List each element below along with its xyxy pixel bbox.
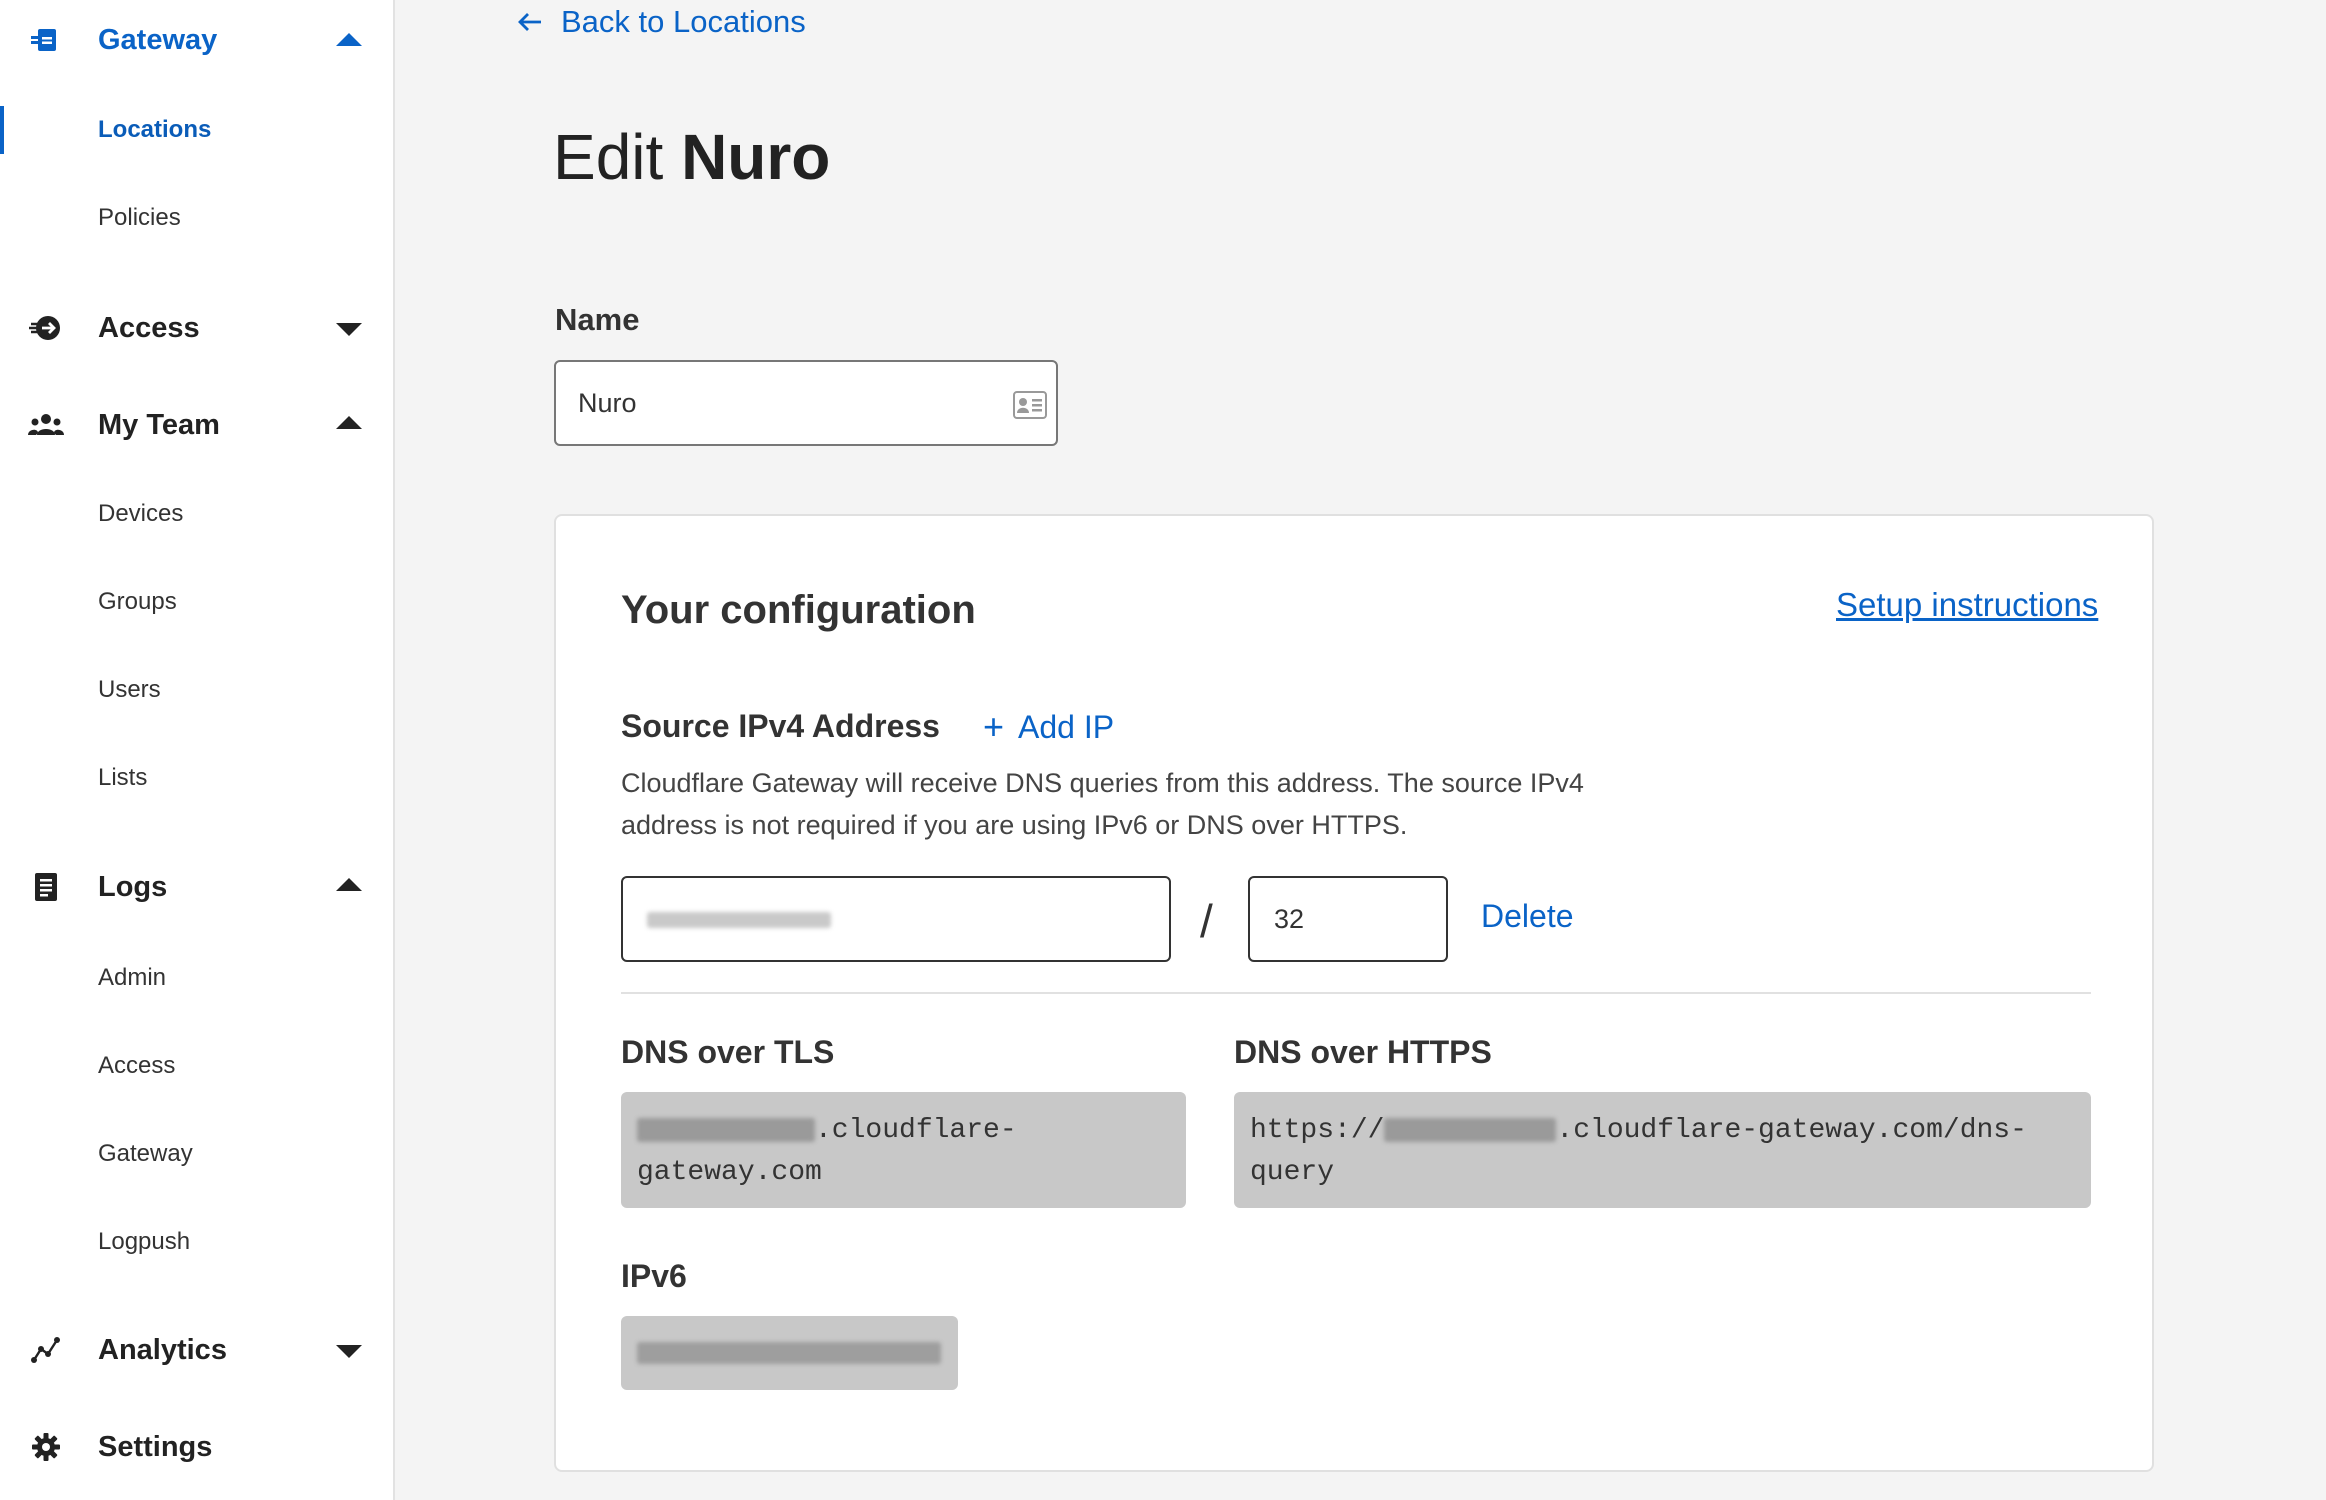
chevron-down-icon (336, 1345, 362, 1358)
dns-over-tls-value[interactable]: .cloudflare- gateway.com (621, 1092, 1186, 1208)
sidebar-section-label: Analytics (98, 1333, 227, 1366)
name-input[interactable] (578, 362, 998, 444)
delete-ip-button[interactable]: Delete (1481, 898, 1574, 935)
page-title-prefix: Edit (553, 121, 664, 193)
chevron-up-icon (336, 878, 362, 891)
source-ipv4-description: Cloudflare Gateway will receive DNS quer… (621, 768, 1584, 840)
doh-url-suffix: .cloudflare-gateway.com/dns- (1556, 1115, 2027, 1146)
back-link-label: Back to Locations (561, 4, 806, 39)
back-to-locations-link[interactable]: Back to Locations (515, 0, 806, 44)
sidebar-section-logs[interactable]: Logs (0, 857, 395, 917)
dns-over-tls-label: DNS over TLS (621, 1034, 835, 1070)
source-ipv4-label: Source IPv4 Address (621, 708, 940, 744)
dot-host-line2: gateway.com (637, 1157, 822, 1188)
sidebar-section-label: Logs (98, 870, 168, 903)
cidr-prefix-input[interactable] (1274, 878, 1424, 960)
sidebar-item-lists[interactable]: Lists (0, 750, 395, 806)
sidebar-section-label: My Team (98, 408, 220, 441)
logs-icon (27, 871, 65, 903)
dns-over-https-label: DNS over HTTPS (1234, 1034, 1492, 1070)
sidebar-item-users[interactable]: Users (0, 662, 395, 718)
doh-url-line2: query (1250, 1157, 1335, 1188)
doh-prefix: https:// (1250, 1115, 1385, 1146)
plus-icon: + (983, 706, 1005, 747)
sidebar-item-devices[interactable]: Devices (0, 486, 395, 542)
sidebar-item-label: Access (98, 1052, 176, 1079)
ipv6-label: IPv6 (621, 1258, 687, 1294)
access-icon (27, 312, 65, 344)
sidebar-section-label: Gateway (98, 23, 218, 56)
sidebar-item-label: Groups (98, 588, 177, 615)
sidebar-item-label: Gateway (98, 1140, 193, 1167)
sidebar-item-label: Locations (98, 116, 212, 143)
sidebar-item-logs-access[interactable]: Access (0, 1038, 395, 1094)
configuration-title: Your configuration (621, 588, 976, 632)
redacted-subdomain (637, 1117, 815, 1142)
chevron-up-icon (336, 416, 362, 429)
team-icon (27, 409, 65, 441)
analytics-icon (27, 1334, 65, 1366)
sidebar-section-analytics[interactable]: Analytics (0, 1320, 395, 1380)
divider (621, 992, 2091, 994)
arrow-left-icon (518, 13, 541, 31)
chevron-up-icon (336, 33, 362, 46)
sidebar-item-logs-gateway[interactable]: Gateway (0, 1126, 395, 1182)
chevron-down-icon (336, 323, 362, 336)
sidebar-item-label: Users (98, 676, 161, 703)
gateway-icon (27, 24, 65, 56)
page-title-name: Nuro (681, 121, 831, 193)
sidebar-section-label: Settings (98, 1430, 213, 1463)
redacted-subdomain (1384, 1117, 1557, 1142)
sidebar-item-label: Devices (98, 500, 184, 527)
page-title: Edit Nuro (553, 120, 830, 194)
cidr-prefix-field[interactable] (1248, 876, 1448, 962)
sidebar: Gateway Locations Policies Access My Tea… (0, 0, 395, 1500)
sidebar-item-policies[interactable]: Policies (0, 190, 395, 246)
sidebar-item-logpush[interactable]: Logpush (0, 1214, 395, 1270)
name-field-label: Name (555, 302, 640, 337)
redacted-ip-value (647, 912, 831, 928)
sidebar-item-admin[interactable]: Admin (0, 950, 395, 1006)
sidebar-section-my-team[interactable]: My Team (0, 395, 395, 455)
redacted-ipv6 (637, 1342, 941, 1364)
ipv4-address-input[interactable] (621, 876, 1171, 962)
sidebar-item-label: Admin (98, 964, 167, 991)
contact-card-icon (1013, 391, 1047, 419)
sidebar-item-label: Policies (98, 204, 181, 231)
sidebar-section-gateway[interactable]: Gateway (0, 10, 395, 70)
setup-instructions-link[interactable]: Setup instructions (1836, 586, 2098, 624)
sidebar-section-settings[interactable]: Settings (0, 1417, 395, 1477)
sidebar-item-groups[interactable]: Groups (0, 574, 395, 630)
dns-over-https-value[interactable]: https:// .cloudflare-gateway.com/dns- que… (1234, 1092, 2091, 1208)
gear-icon (27, 1431, 65, 1463)
name-field[interactable] (554, 360, 1058, 446)
sidebar-section-access[interactable]: Access (0, 298, 395, 358)
cidr-slash: / (1200, 895, 1213, 947)
add-ip-button[interactable]: + Add IP (983, 706, 1114, 748)
add-ip-label: Add IP (1018, 708, 1115, 745)
sidebar-item-label: Lists (98, 764, 148, 791)
sidebar-item-label: Logpush (98, 1228, 191, 1255)
sidebar-section-label: Access (98, 311, 200, 344)
sidebar-item-locations[interactable]: Locations (0, 102, 395, 158)
configuration-card: Your configuration Setup instructions So… (554, 514, 2154, 1472)
ipv6-value[interactable] (621, 1316, 958, 1390)
dot-host-suffix: .cloudflare- (815, 1115, 1017, 1146)
